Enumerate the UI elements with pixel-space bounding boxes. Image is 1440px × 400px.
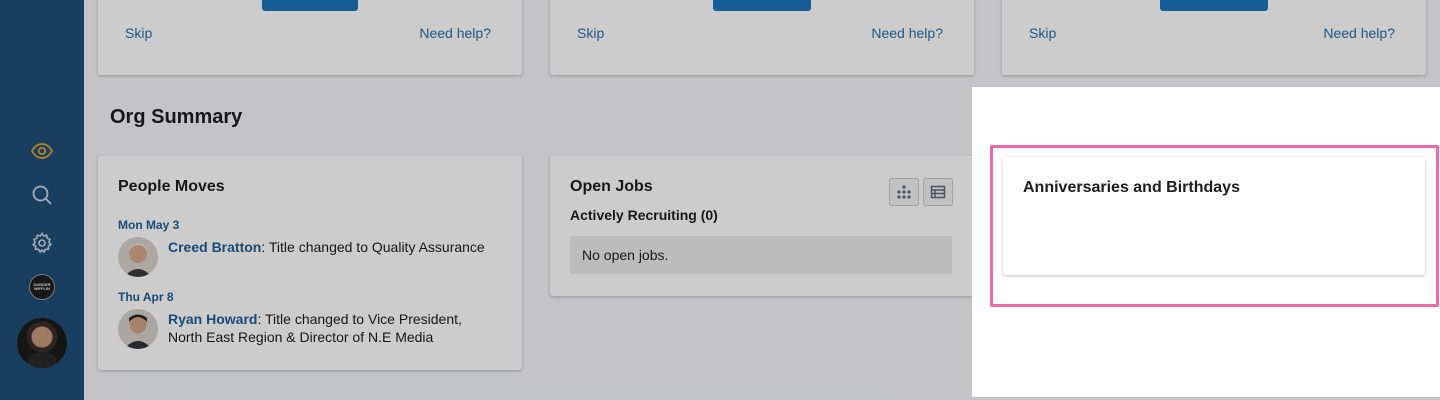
tour-highlight-frame	[990, 145, 1439, 307]
